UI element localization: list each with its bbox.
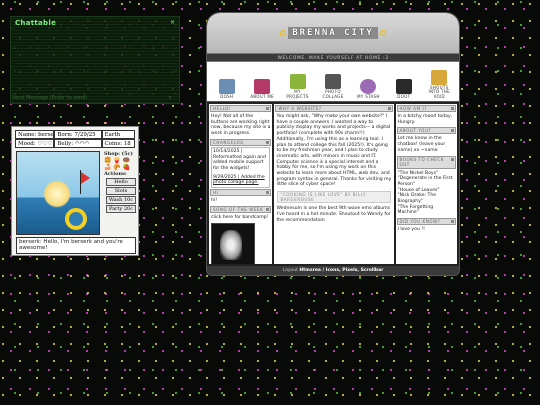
characters-icon [289,74,306,89]
recommendation-text: Wednesum is one the best 9th wave emo al… [276,206,391,223]
site-banner: ✪ BRENNA CITY ✪ [207,13,459,53]
right-column: HOW AM I? In a bitchy mood today, Hungry… [395,104,458,264]
disc-icon [360,78,377,94]
food-item[interactable]: 🍔 [104,157,111,164]
pet-controls: Shop: (5c) 🍔 🍟 🍩 🍰 🥐 🍓 Actions: Hello Sl… [104,151,138,214]
footer-prefix: Layout [282,268,298,273]
sun-icon [43,180,71,208]
hi-header: HI [210,189,272,197]
pet-name: Name: berserk [15,130,55,139]
flag-icon [81,172,90,184]
pet-screen [16,151,100,235]
welcome-bar: WELCOME. MAKE YOURSELF AT HOME :3 [207,53,459,62]
nav-item-doot[interactable]: DOOT [389,78,419,100]
food-item[interactable]: 🍩 [123,157,130,164]
food-item[interactable]: 🍰 [104,164,111,171]
pet-mood: Mood: ♡♡♡ [15,139,55,148]
album-art[interactable] [211,223,255,264]
nav-item-my-projects[interactable]: MY PROJECTS [283,74,313,99]
hi-text: hi! [211,198,218,204]
sparkle-icon [395,78,412,94]
star-icon: ✪ [279,28,287,38]
chat-box: Chattable × [10,16,180,104]
about-you-header: ABOUT YOU? [396,127,457,135]
site-footer: Layout Htmsrea / Icons, Pixels, Scrollba… [207,266,459,275]
food-list: 🍔 🍟 🍩 🍰 🥐 🍓 [104,157,138,171]
book-list: "The Nickel Boys" "Degenerate in the Fir… [396,170,458,218]
chat-title: Chattable [15,19,57,27]
pet-planet: Earth [101,130,135,139]
actions-label: Actions: [104,171,127,177]
pet-message: berserk: Hello, I'm berserk and you're a… [16,237,136,254]
changelog-entry: 9/29/2025 | Added the photo collage page… [213,174,265,186]
close-icon[interactable]: × [170,19,175,26]
hello-header: HELLO! [210,105,272,112]
pet-coins: Coins: 18 [101,139,135,148]
camera-icon [324,74,341,89]
nav-item-dosh[interactable]: DOSH [212,78,242,100]
pet-widget: Name: berserk Born: 7/29/25 Earth Mood: … [11,126,139,256]
about-you-text: Let me know in the chatbox! (leave your … [397,136,446,153]
how-am-i-text: In a bitchy mood today, Hungry. [397,114,453,125]
list-item: "The Forgetting Machine" [397,204,434,216]
content-columns: HELLO! Hey! Not all of the buttons are w… [207,102,459,266]
did-you-know-header: DID YOU KNOW? [396,218,457,226]
bandcamp-link[interactable]: click here for bandcamp! [209,214,272,222]
books-header: BOOKS TO CHECK OUT [396,155,457,169]
chat-message-input[interactable]: Send Message (Enter to send) [12,95,87,101]
party-button[interactable]: Party 20c [106,205,136,213]
changelog-box[interactable]: 10/14/2025 | Reformatted again and added… [211,146,271,189]
pet-belly: Belly: ◠◠◠ [54,139,102,148]
hello-text: Hey! Not all of the buttons are working … [211,114,271,137]
nav-item-about-me[interactable]: ABOUT ME [247,78,277,100]
nav-item-my-stash[interactable]: MY STASH [353,78,383,100]
changelog-entry: 10/14/2025 | Reformatted again and added… [213,148,266,171]
why-header: WHY A WEBSITE? [275,105,393,112]
list-item: "Nick Drake: The Biography" [397,193,437,205]
middle-column: WHY A WEBSITE? You might ask, "Why make … [274,104,394,264]
song-header: SONG OF THE WEEK [210,205,272,213]
food-item[interactable]: 🍟 [113,157,120,164]
nav-item-shouts-into-the-void[interactable]: SHOUTS INTO THE VOID [424,69,454,100]
computer-icon [218,78,235,94]
book-icon [254,78,271,94]
site-window: ✪ BRENNA CITY ✪ WELCOME. MAKE YOURSELF A… [206,12,460,276]
how-am-i-header: HOW AM I? [396,105,457,112]
pet-sprite [65,208,87,230]
star-icon: ✪ [379,28,387,38]
food-item[interactable]: 🥐 [113,164,120,171]
nav-item-photo-collage[interactable]: PHOTO COLLAGE [318,74,348,99]
list-item: "Degenerate in the First Person" [397,176,453,187]
recommendation-header: "COOKING IS LIKE LOVE" BY BILLY BARGEROU… [277,191,391,204]
wash-button[interactable]: Wash 10c [106,196,136,204]
slots-button[interactable]: Slots [106,187,136,195]
why-text: You might ask, "Why make your own websit… [276,114,392,188]
changelog-header: CHANGELOG [210,138,272,146]
did-you-know-text: I love you !! [397,227,426,233]
pet-born: Born: 7/29/25 [54,130,102,139]
send-button[interactable]: » [168,94,172,101]
food-item[interactable]: 🍓 [123,164,130,171]
megaphone-icon [431,69,448,85]
hello-button[interactable]: Hello [106,178,136,186]
nav-bar: DOSH ABOUT ME MY PROJECTS PHOTO COLLAGE … [207,62,459,102]
left-column: HELLO! Hey! Not all of the buttons are w… [209,104,273,264]
site-title: BRENNA CITY [288,27,378,39]
footer-links[interactable]: Htmsrea / Icons, Pixels, Scrollbar [299,268,383,273]
